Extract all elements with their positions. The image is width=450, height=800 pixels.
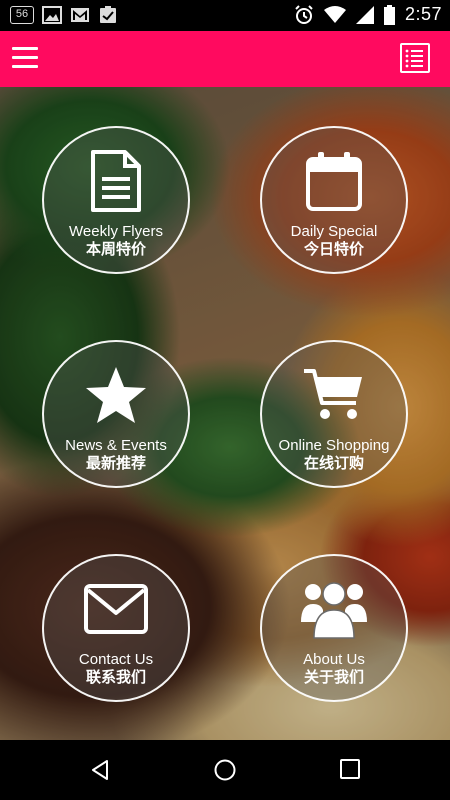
recents-icon[interactable] (339, 758, 361, 780)
star-icon (86, 367, 146, 423)
image-icon (42, 6, 62, 24)
app-bar (0, 31, 450, 87)
tile-label-en: Contact Us (78, 651, 154, 668)
signal-icon (355, 5, 374, 24)
gmail-icon (71, 8, 89, 22)
tile-label-zh: 在线订购 (303, 455, 364, 472)
document-icon (91, 150, 141, 212)
about-us-button[interactable]: About Us 关于我们 (260, 554, 408, 702)
hamburger-icon[interactable] (12, 47, 38, 69)
wifi-icon (323, 5, 346, 23)
news-events-button[interactable]: News & Events 最新推荐 (42, 340, 190, 488)
weekly-flyers-button[interactable]: Weekly Flyers 本周特价 (42, 126, 190, 274)
tile-label-zh: 联系我们 (85, 669, 146, 686)
tile-label-zh: 关于我们 (303, 669, 364, 686)
tile-label-en: News & Events (65, 437, 167, 454)
online-shopping-button[interactable]: Online Shopping 在线订购 (260, 340, 408, 488)
list-icon[interactable] (400, 43, 430, 73)
contact-us-button[interactable]: Contact Us 联系我们 (42, 554, 190, 702)
calendar-icon (306, 152, 362, 211)
alarm-icon (295, 4, 313, 24)
battery-icon (383, 4, 395, 25)
notification-count-badge: 56 (10, 6, 34, 24)
tile-label-en: About Us (303, 651, 365, 668)
clipboard-check-icon (100, 6, 116, 23)
home-icon[interactable] (213, 758, 237, 782)
tile-label-zh: 最新推荐 (85, 455, 146, 472)
envelope-icon (84, 584, 148, 634)
group-icon (301, 582, 367, 639)
back-icon[interactable] (88, 758, 112, 782)
shopping-cart-icon (304, 369, 362, 419)
daily-special-button[interactable]: Daily Special 今日特价 (260, 126, 408, 274)
tile-label-en: Online Shopping (278, 437, 390, 454)
tile-label-zh: 本周特价 (85, 241, 146, 258)
navigation-bar (0, 740, 450, 800)
tile-label-en: Daily Special (290, 223, 378, 240)
tile-label-zh: 今日特价 (303, 241, 364, 258)
tile-label-en: Weekly Flyers (69, 223, 163, 240)
status-bar: 56 2:57 (0, 0, 450, 31)
clock-time: 2:57 (404, 4, 442, 24)
